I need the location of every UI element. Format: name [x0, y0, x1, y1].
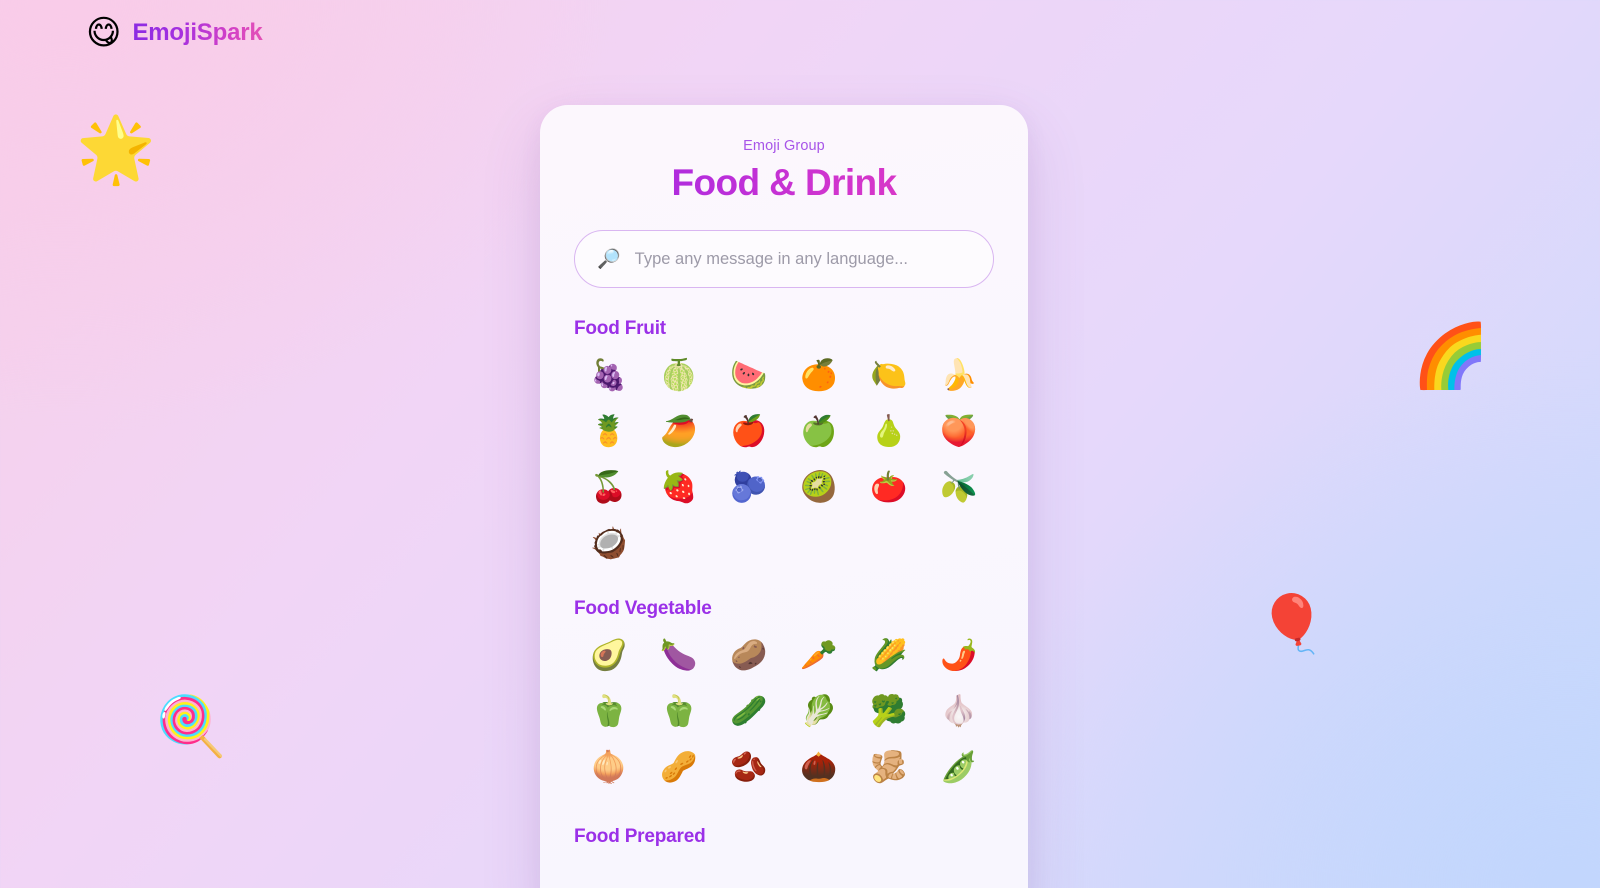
emoji-cell[interactable]: 🌰: [784, 744, 854, 792]
emoji-cell[interactable]: 🫑: [644, 688, 714, 736]
emoji-cell[interactable]: 🥦: [854, 688, 924, 736]
emoji-cell[interactable]: 🍅: [854, 464, 924, 512]
face-savoring-food-emoji: 😋: [86, 13, 122, 53]
lollipop-emoji: 🍭: [155, 692, 228, 760]
rainbow-emoji: 🌈: [1412, 319, 1490, 392]
section-food-fruit: Food Fruit 🍇 🍈 🍉 🍊 🍋 🍌 🍍 🥭 🍎 🍏 🍐 🍑 🍒 🍓 🫐 🥝 🍅 🫒 🥥: [574, 318, 994, 568]
emoji-cell[interactable]: 🫚: [854, 744, 924, 792]
emoji-cell[interactable]: 🍈: [644, 352, 714, 400]
page-title: Food & Drink: [574, 162, 994, 204]
emoji-cell[interactable]: 🍊: [784, 352, 854, 400]
glowing-star-emoji: 🌟: [76, 113, 156, 187]
emoji-cell[interactable]: 🥭: [644, 408, 714, 456]
emoji-cell[interactable]: 🥒: [714, 688, 784, 736]
search-bar[interactable]: 🔎: [574, 230, 994, 288]
emoji-cell[interactable]: 🍌: [924, 352, 994, 400]
section-title: Food Prepared: [574, 826, 706, 847]
emoji-cell[interactable]: 🍎: [714, 408, 784, 456]
emoji-grid-food-vegetable: 🥑 🍆 🥔 🥕 🌽 🌶️ 🫑 🫑 🥒 🥬 🥦 🧄 🧅 🥜 🫘 🌰 🫚 🫛: [574, 632, 994, 792]
emoji-cell[interactable]: 🥔: [714, 632, 784, 680]
emoji-cell[interactable]: 🥕: [784, 632, 854, 680]
brand-header[interactable]: 😋 EmojiSpark: [86, 16, 263, 50]
emoji-cell[interactable]: 🫛: [924, 744, 994, 792]
emoji-cell[interactable]: 🫒: [924, 464, 994, 512]
emoji-cell[interactable]: 🍒: [574, 464, 644, 512]
emoji-cell[interactable]: 🥝: [784, 464, 854, 512]
section-food-prepared: Food Prepared: [574, 826, 994, 860]
emoji-grid-food-fruit: 🍇 🍈 🍉 🍊 🍋 🍌 🍍 🥭 🍎 🍏 🍐 🍑 🍒 🍓 🫐 🥝 🍅 🫒 🥥: [574, 352, 994, 568]
emoji-cell[interactable]: 🫐: [714, 464, 784, 512]
emoji-cell[interactable]: 🍆: [644, 632, 714, 680]
brand-name: EmojiSpark: [132, 19, 263, 46]
emoji-cell[interactable]: 🥬: [784, 688, 854, 736]
group-label: Emoji Group: [743, 138, 825, 154]
emoji-cell[interactable]: 🌽: [854, 632, 924, 680]
search-icon: 🔎: [597, 247, 621, 270]
emoji-cell[interactable]: 🍑: [924, 408, 994, 456]
emoji-cell[interactable]: 🫑: [574, 688, 644, 736]
emoji-cell[interactable]: 🍐: [854, 408, 924, 456]
emoji-cell[interactable]: 🌶️: [924, 632, 994, 680]
emoji-cell[interactable]: 🧄: [924, 688, 994, 736]
balloon-emoji: 🎈: [1257, 592, 1327, 657]
emoji-cell[interactable]: 🍓: [644, 464, 714, 512]
section-food-vegetable: Food Vegetable 🥑 🍆 🥔 🥕 🌽 🌶️ 🫑 🫑 🥒 🥬 🥦 🧄 🧅 🥜 🫘 🌰 🫚 🫛: [574, 598, 994, 792]
emoji-cell[interactable]: 🍉: [714, 352, 784, 400]
emoji-cell[interactable]: 🫘: [714, 744, 784, 792]
section-title: Food Fruit: [574, 318, 666, 339]
emoji-cell[interactable]: 🧅: [574, 744, 644, 792]
emoji-cell[interactable]: 🍇: [574, 352, 644, 400]
emoji-picker-card: Emoji Group Food & Drink 🔎 Food Fruit 🍇🍈…: [540, 105, 1028, 888]
section-title: Food Vegetable: [574, 598, 712, 619]
emoji-cell[interactable]: 🥥: [574, 520, 644, 568]
emoji-cell[interactable]: 🍍: [574, 408, 644, 456]
emoji-cell[interactable]: 🍏: [784, 408, 854, 456]
emoji-cell[interactable]: 🥜: [644, 744, 714, 792]
emoji-cell[interactable]: 🍋: [854, 352, 924, 400]
search-input[interactable]: [634, 249, 971, 269]
emoji-cell[interactable]: 🥑: [574, 632, 644, 680]
